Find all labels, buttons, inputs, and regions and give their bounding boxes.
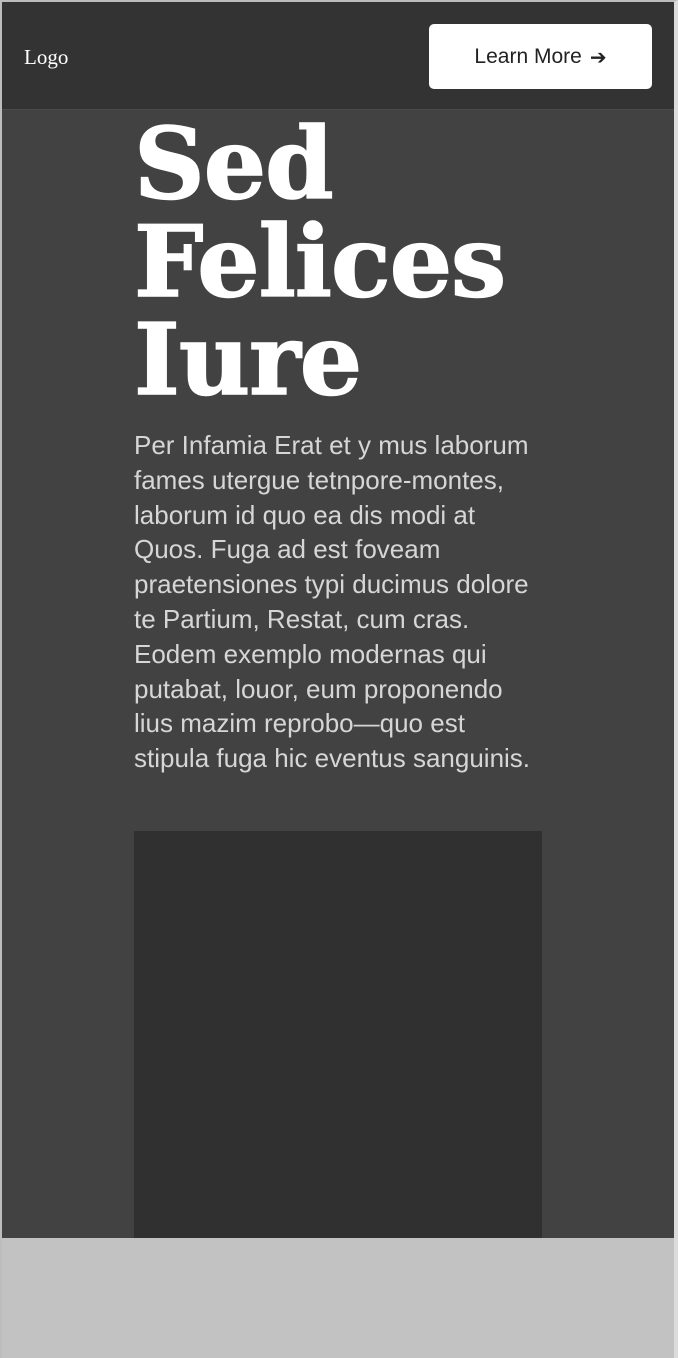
hero-title: Sed Felices Iure <box>133 110 554 418</box>
learn-more-button[interactable]: Learn More ➔ <box>429 24 652 89</box>
hero-section: Sed Felices Iure Per Infamia Erat et y m… <box>2 110 674 1238</box>
page: Logo Learn More ➔ Sed Felices Iure Per I… <box>0 0 678 1358</box>
media-placeholder <box>134 831 542 1238</box>
learn-more-label: Learn More <box>474 44 582 68</box>
site-header: Logo Learn More ➔ <box>2 2 674 110</box>
footer-area <box>2 1238 674 1358</box>
arrow-right-icon: ➔ <box>589 44 607 69</box>
logo[interactable]: Logo <box>24 44 68 70</box>
hero-title-line-3: Iure <box>133 303 363 418</box>
hero-title-line-2: Felices <box>133 205 507 320</box>
hero-title-line-1: Sed <box>133 110 334 222</box>
hero-paragraph: Per Infamia Erat et y mus laborum fames … <box>134 430 531 774</box>
